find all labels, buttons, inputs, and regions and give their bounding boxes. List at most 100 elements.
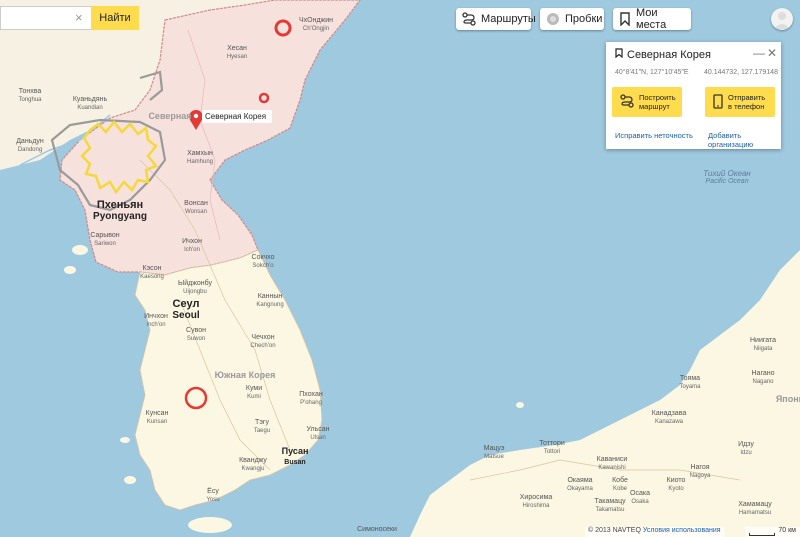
dandong-ru: Даньдун [16,138,44,145]
label-chongjin: ЧхОнджин Ch'Ongjin [299,17,333,33]
card-coord-dms: 40°8′41″N, 127°10′45″E [615,69,689,76]
terms-link[interactable]: Условия использования [643,527,721,534]
label-south-korea: Южная Корея [214,370,276,380]
toyama-ru: Тояма [679,375,701,382]
pacific-en: Pacific Ocean [705,178,749,185]
label-yosu: Ёсу Yosu [206,488,219,504]
kangnung-ru: Каннын [257,293,283,300]
sokcho-en: Sokch'o [252,263,274,269]
bookmark-icon[interactable] [615,48,623,61]
place-card: Северная Корея — ✕ 40°8′41″N, 127°10′45″… [606,42,781,149]
add-organization-link[interactable]: Добавить организацию [708,131,781,149]
label-toyama: Тояма Toyama [679,375,700,391]
wonsan-en: Wonsan [185,209,207,215]
label-matsue: Мацуэ Matsue [484,445,505,461]
island [124,476,136,484]
ulsan-ru: Ульсан [306,426,330,433]
pacific-ru: Тихий Океан [703,169,751,178]
nagano-ru: Нагано [751,370,775,377]
sariwon-ru: Сарывон [90,232,120,239]
kaesong-ru: Кэсон [142,265,162,272]
route-icon [462,12,476,26]
routes-button[interactable]: Маршруты [456,8,536,30]
marker-label[interactable]: Северная Корея [205,112,266,121]
label-kangnung: Каннын Kangnung [256,293,283,309]
matsue-ru: Мацуэ [483,445,505,452]
uijongbu-en: Uijongbu [183,289,207,295]
label-pacific: Тихий Океан Pacific Ocean [703,170,750,186]
label-hamhung: Хамхын Hamhung [187,150,213,166]
kaesong-en: Kaesong [140,274,164,280]
nagoya-ru: Нагоя [690,464,710,471]
label-kobe: Кобе Kobe [612,477,628,493]
find-button[interactable]: Найти [91,6,139,30]
bookmark-icon [619,12,631,26]
izu-ru: Идзу [738,441,754,448]
label-tonghua: Тонхва Tonghua [18,88,41,104]
copyright-text: © 2013 NAVTEQ [588,527,641,534]
label-ichon: Ичхон Ich'on [182,238,202,254]
kawanishi-en: Kawanishi [598,465,626,471]
ulsan-en: Ulsan [310,435,326,441]
label-japan: Япони [775,394,800,404]
kwangju-en: Kwangju [241,466,265,472]
close-icon[interactable]: ✕ [767,46,777,60]
build-route-button[interactable]: Построить маршрут [612,87,682,117]
ichon-en: Ich'on [184,247,200,253]
label-pohang: Пхохан P'ohang [299,391,322,407]
nagano-en: Nagano [752,379,774,385]
label-hiroshima: Хиросима Hiroshima [520,494,552,510]
label-suwon: Сувон Suwon [186,327,206,343]
label-nagano: Нагано Nagano [752,370,775,386]
label-tottori: Тоттори Tottori [539,440,565,456]
label-niigata: Ниигата Niigata [750,337,776,353]
traffic-label: Пробки [565,13,603,25]
send-to-phone-button[interactable]: Отправить в телефон [705,87,775,117]
label-shimonoseki: Симоносеки [357,526,397,534]
inchon-ru: Инчхон [144,313,168,320]
ichon-ru: Ичхон [182,238,202,245]
kuandian-ru: Куаньдянь [72,96,108,103]
busan-ru: Пусан [281,446,309,456]
label-kunsan: Кунсан Kunsan [146,410,169,426]
label-taegu: Тэгу Taegu [254,419,270,435]
hyesan-en: Hyesan [226,54,248,60]
hamamatsu-en: Hamamatsu [738,510,772,516]
tonghua-ru: Тонхва [18,88,42,95]
label-dandong: Даньдун Dandong [16,138,44,154]
nagoya-en: Nagoya [689,473,711,479]
minimize-icon[interactable]: — [753,46,765,60]
tonghua-en: Tonghua [18,97,42,103]
kawanishi-ru: Каваниси [596,456,628,463]
island [64,266,76,274]
busan-en: Busan [284,459,306,466]
takamatsu-ru: Такамацу [594,498,626,505]
yosu-ru: Ёсу [207,488,219,495]
traffic-icon [546,12,560,26]
copyright: © 2013 NAVTEQ Условия использования [585,527,724,537]
kangnung-en: Kangnung [256,302,284,308]
user-avatar-icon[interactable] [771,8,793,30]
label-wonsan: Вонсан Wonsan [184,200,208,216]
island [188,517,232,533]
traffic-button[interactable]: Пробки [540,8,604,30]
kunsan-ru: Кунсан [145,410,169,417]
clear-search-icon[interactable]: × [75,10,83,25]
fix-inaccuracy-link[interactable]: Исправить неточность [615,131,693,140]
route-icon [620,94,634,110]
label-sariwon: Сарывон Sariwon [90,232,119,248]
hamamatsu-ru: Хамамацу [738,501,772,508]
hamhung-ru: Хамхын [187,150,213,157]
inchon-en: Inch'on [146,322,166,328]
hamhung-en: Hamhung [186,159,214,165]
chechon-ru: Чечхон [251,334,275,341]
shimonoseki-ru: Симоносеки [357,526,397,533]
label-severnaya: Северная [148,111,192,121]
takamatsu-en: Takamatsu [595,507,625,513]
my-places-button[interactable]: Мои места [613,7,691,31]
hyesan-ru: Хесан [227,45,247,52]
my-places-label: Мои места [636,7,667,31]
pohang-en: P'ohang [300,400,322,406]
kobe-en: Kobe [612,486,628,492]
card-coord-decimal: 40.144732, 127.179148 [704,69,778,76]
